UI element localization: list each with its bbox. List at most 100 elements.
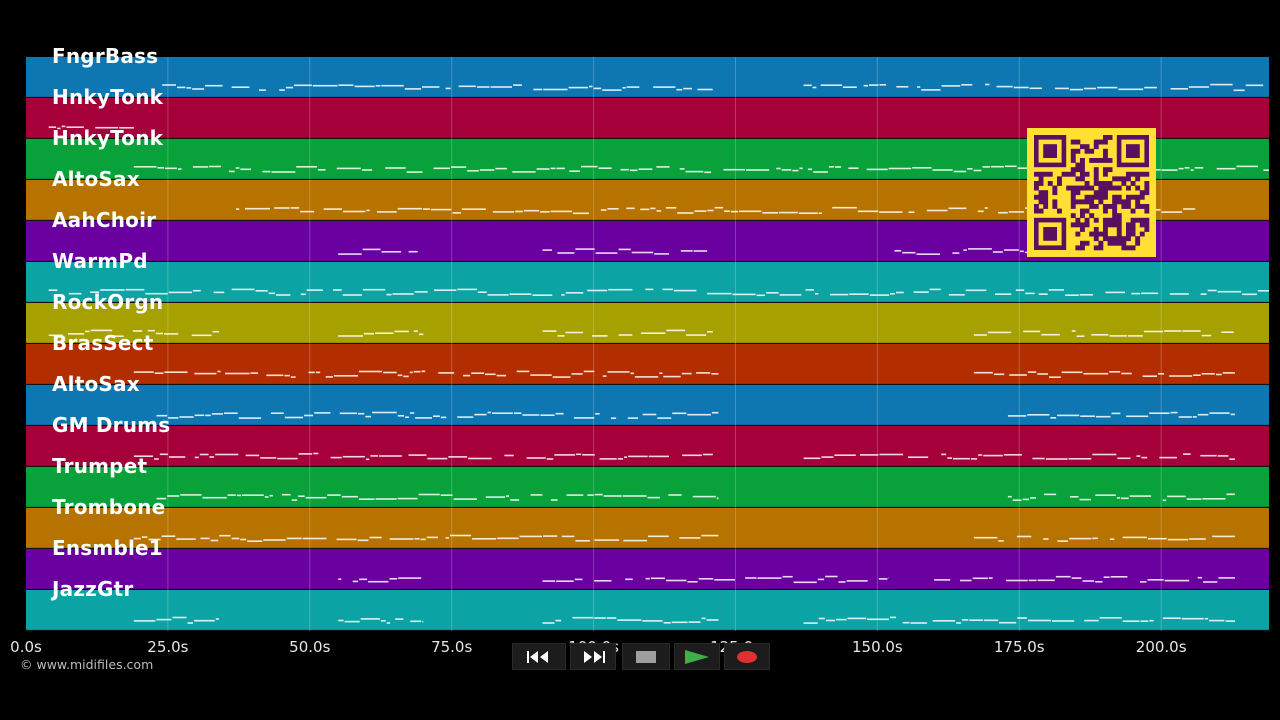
note-bar [461,208,486,210]
note-bar [849,293,869,295]
qr-module [1052,199,1058,205]
qr-module [1144,222,1150,228]
qr-module [1135,204,1141,209]
note-bar [1007,415,1027,417]
note-bar [941,453,947,456]
track-label: AltoSax [52,167,140,191]
stop-button[interactable] [622,643,670,670]
note-bar [133,620,156,622]
note-bar [714,206,724,209]
note-bar [1019,250,1024,253]
note-bar [1099,617,1122,619]
qr-module [1084,181,1090,186]
note-bar [1057,414,1080,417]
note-bar [589,85,593,88]
qr-finder-center [1126,144,1140,158]
note-bar [828,166,834,168]
note-bar [362,169,373,171]
note-bar [342,455,365,458]
note-bar [408,250,418,253]
note-bar [967,168,973,170]
note-bar [199,453,209,456]
qr-module [1075,167,1081,173]
note-bar [1263,169,1269,171]
note-bar [602,89,622,91]
note-bar [504,454,514,457]
note-bar [825,575,838,578]
qr-module [1139,190,1145,196]
note-bar [509,293,532,295]
note-bar [418,493,440,496]
note-bar [167,495,180,497]
note-bar [1209,619,1225,622]
note-bar [663,375,681,378]
note-bar [1116,497,1121,499]
note-bar [358,370,382,373]
qr-module [1038,190,1044,196]
note-bar [947,457,952,459]
play-button[interactable] [674,643,720,670]
note-bar [330,456,342,459]
note-bar [913,291,929,293]
note-bar [192,289,201,292]
note-bar [565,331,584,334]
qr-module [1135,176,1141,182]
note-bar [1201,334,1212,337]
note-bar [1037,373,1048,375]
note-bar [236,494,242,497]
qr-module [1121,236,1127,242]
note-bar [1092,537,1098,540]
note-bar [217,370,221,373]
qr-module [1057,208,1062,214]
note-bar [404,88,422,90]
qr-module [1107,204,1113,209]
note-bar [1041,333,1060,336]
note-bar [593,87,602,90]
qr-module [1075,162,1081,168]
note-bar [492,412,513,414]
note-bar [921,89,941,91]
note-bar [1037,579,1055,582]
note-bar [557,252,575,254]
note-bar [941,85,961,87]
note-bar [926,209,948,212]
note-bar [867,618,889,621]
note-bar [896,291,904,294]
note-bar [1028,579,1037,582]
qr-module [1107,135,1113,140]
note-bar [269,494,273,497]
note-bar [565,292,584,294]
note-bar [422,620,424,623]
qr-module [1116,194,1122,200]
note-bar [209,456,215,458]
qr-module [1098,245,1104,251]
note-bar [1030,497,1036,499]
qr-module [1089,204,1095,209]
note-bar [542,580,556,582]
note-bar [414,291,428,293]
qr-module [1116,185,1122,191]
note-bar [542,622,555,624]
qr-module [1130,245,1136,251]
note-bar [1095,494,1116,496]
note-bar [687,413,711,416]
qr-module [1052,204,1058,209]
note-bar [846,580,868,582]
note-bar [245,454,260,457]
record-button[interactable] [724,643,770,670]
track-label: HnkyTonk [52,85,164,109]
qr-module [1034,194,1039,200]
track-label: WarmPd [52,249,148,273]
note-bar [1027,414,1050,416]
note-bar [618,334,633,336]
qr-code [1027,128,1156,257]
fast-forward-button[interactable] [570,643,616,670]
note-bar [381,251,402,253]
note-bar [1025,292,1035,295]
rewind-button[interactable] [512,643,566,670]
qr-module [1080,162,1085,168]
note-bar [556,580,574,582]
note-bar [285,86,294,89]
note-bar [377,211,397,213]
note-bar [793,581,817,584]
